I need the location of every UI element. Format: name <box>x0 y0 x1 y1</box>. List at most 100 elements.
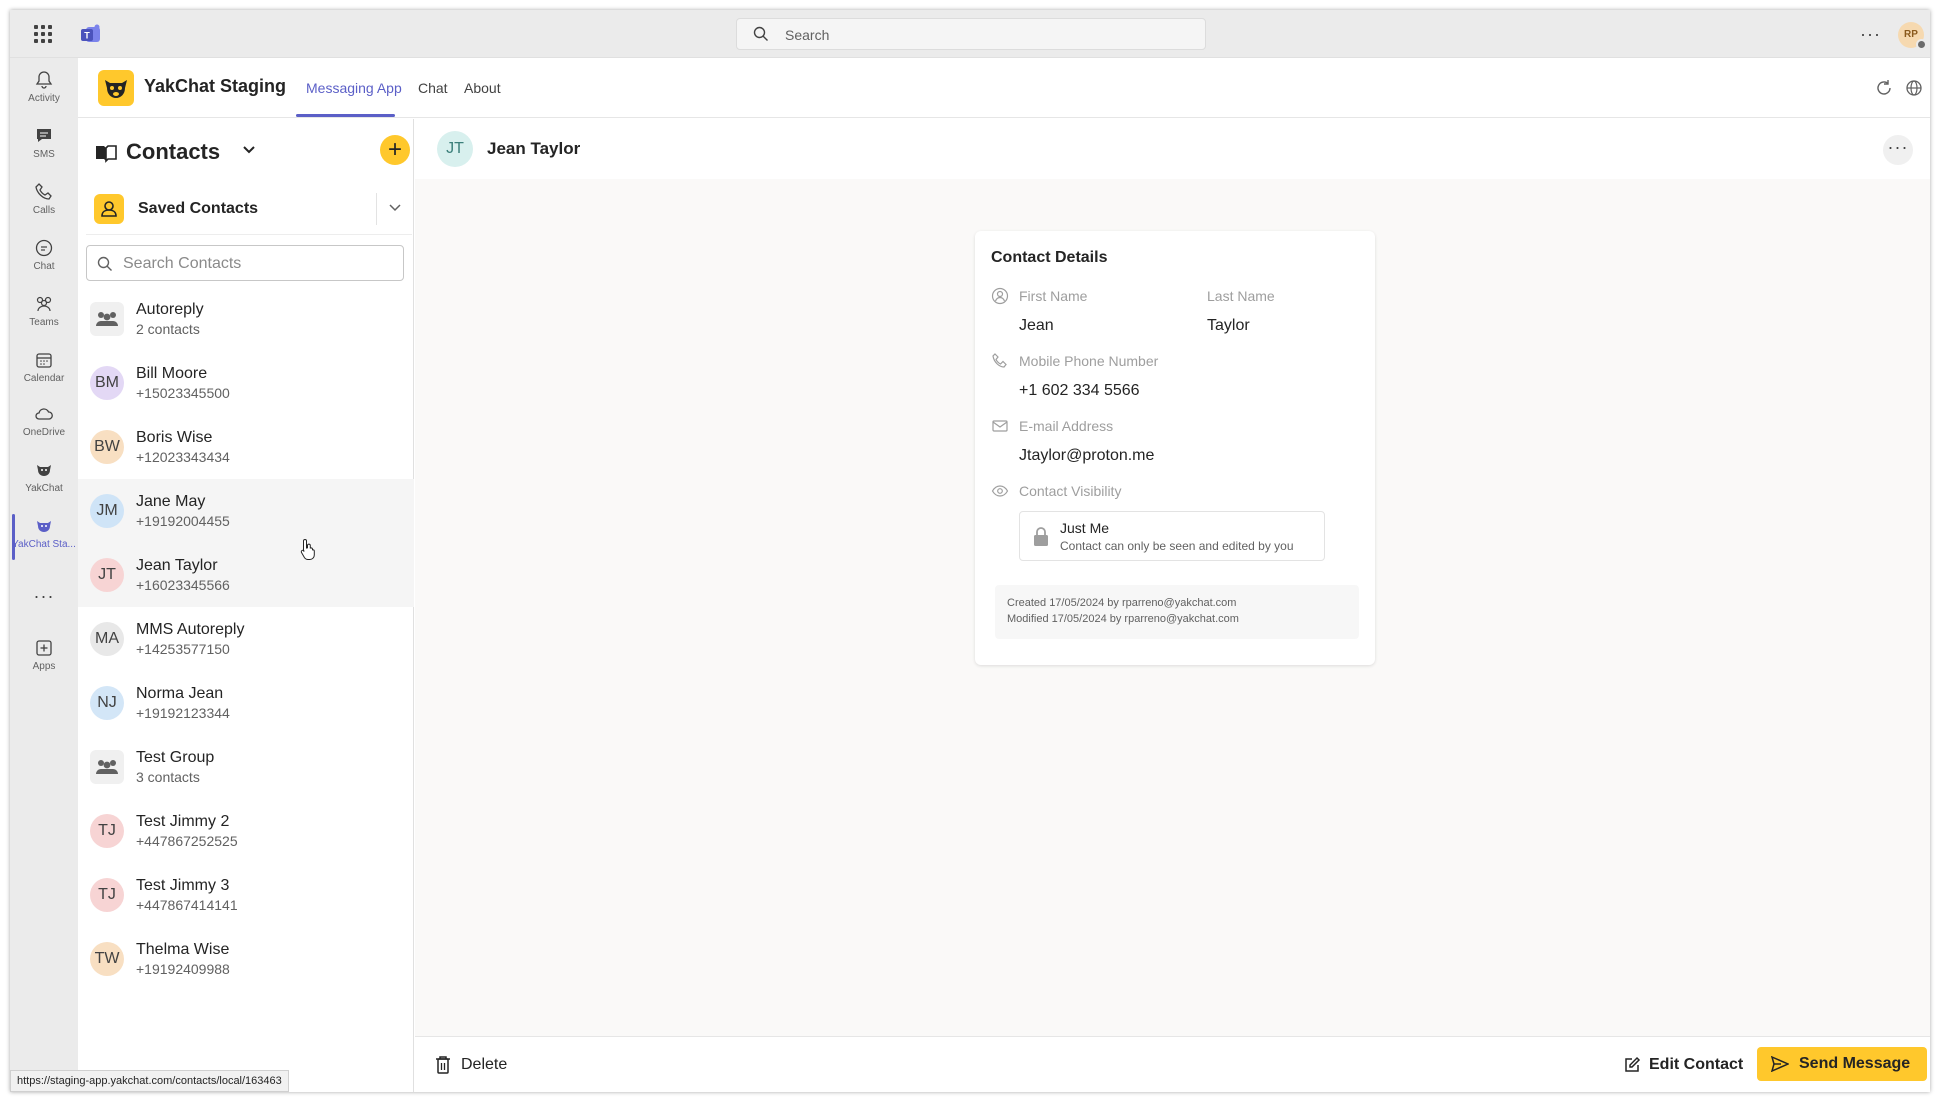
last-name-value: Taylor <box>1207 317 1250 334</box>
user-avatar-initials: RP <box>1904 29 1918 40</box>
app-area: YakChat Staging Messaging App Chat About… <box>78 58 1930 1092</box>
visibility-option[interactable]: Just Me Contact can only be seen and edi… <box>1019 511 1325 561</box>
rail-item-label: OneDrive <box>22 427 66 438</box>
status-bar-url: https://staging-app.yakchat.com/contacts… <box>10 1070 289 1092</box>
rail-item-label: Apps <box>32 661 56 672</box>
app-launcher-icon[interactable] <box>34 25 52 43</box>
contact-list-item[interactable]: BW Boris Wise +12023343434 <box>78 415 414 479</box>
contacts-search-input[interactable] <box>123 254 393 274</box>
rail-item-sms[interactable]: SMS <box>10 120 78 170</box>
presence-status-icon <box>1916 39 1927 50</box>
contact-list-item[interactable]: BM Bill Moore +15023345500 <box>78 351 414 415</box>
rail-item-teams[interactable]: Teams <box>10 288 78 338</box>
contact-name: Norma Jean <box>136 685 224 702</box>
add-contact-button[interactable]: + <box>380 135 410 165</box>
rail-item-label: SMS <box>33 149 55 160</box>
contact-name: Autoreply <box>136 301 204 318</box>
refresh-icon[interactable] <box>1874 78 1894 98</box>
rail-item-calls[interactable]: Calls <box>10 176 78 226</box>
rail-more-icon[interactable]: ··· <box>10 586 78 607</box>
contact-name: Jane May <box>136 493 206 510</box>
contacts-search[interactable] <box>86 245 404 281</box>
app-rail: Activity SMS Calls Chat Teams Calendar O… <box>10 58 78 1092</box>
send-message-button[interactable]: Send Message <box>1757 1047 1927 1081</box>
plus-box-icon <box>36 640 52 656</box>
user-avatar[interactable]: RP <box>1898 22 1927 50</box>
last-name-label: Last Name <box>1207 288 1275 304</box>
contact-list-item[interactable]: JT Jean Taylor +16023345566 <box>78 543 414 607</box>
first-name-value: Jean <box>1019 317 1054 334</box>
mail-icon <box>992 420 1008 432</box>
contacts-pane: Contacts + Saved Contacts Autoreply 2 con… <box>78 119 414 1092</box>
audit-info: Created 17/05/2024 by rparreno@yakchat.c… <box>995 585 1359 639</box>
contact-list-item[interactable]: TJ Test Jimmy 2 +447867252525 <box>78 799 414 863</box>
global-search-input[interactable] <box>785 25 1185 45</box>
contact-list-item[interactable]: Test Group 3 contacts <box>78 735 414 799</box>
contact-name: Boris Wise <box>136 429 213 446</box>
group-icon <box>90 750 124 784</box>
phone-icon <box>992 353 1007 368</box>
rail-item-chat[interactable]: Chat <box>10 232 78 282</box>
more-options-icon[interactable]: ··· <box>1860 24 1881 45</box>
contact-subtitle: +19192409988 <box>136 961 230 977</box>
yakchat-staging-icon <box>37 521 51 532</box>
contact-avatar: BM <box>90 366 124 400</box>
contact-subtitle: 2 contacts <box>136 321 200 337</box>
phone-icon <box>35 183 52 200</box>
rail-item-yakchat[interactable]: YakChat <box>10 454 78 504</box>
rail-item-label: Teams <box>29 317 59 328</box>
rail-item-calendar[interactable]: Calendar <box>10 344 78 394</box>
chevron-down-icon[interactable] <box>388 203 402 213</box>
contact-avatar: BW <box>90 430 124 464</box>
edit-contact-label: Edit Contact <box>1649 1056 1744 1073</box>
rail-item-apps[interactable]: Apps <box>10 632 78 682</box>
contact-list-item[interactable]: TJ Test Jimmy 3 +447867414141 <box>78 863 414 927</box>
tab-chat[interactable]: Chat <box>418 80 448 96</box>
group-icon <box>90 302 124 336</box>
active-tab-indicator <box>296 114 395 117</box>
contact-list-item[interactable]: TW Thelma Wise +19192409988 <box>78 927 414 991</box>
chevron-down-icon[interactable] <box>242 145 256 155</box>
contact-avatar: TJ <box>90 814 124 848</box>
email-value: Jtaylor@proton.me <box>1019 447 1155 464</box>
detail-header: JT Jean Taylor ··· <box>415 119 1930 179</box>
edit-contact-button[interactable]: Edit Contact <box>1615 1049 1743 1081</box>
globe-icon[interactable] <box>1904 78 1924 98</box>
person-circle-icon <box>991 287 1009 305</box>
contact-subtitle: +19192123344 <box>136 705 230 721</box>
more-options-button[interactable]: ··· <box>1883 135 1913 165</box>
tab-about[interactable]: About <box>464 80 501 96</box>
contact-subtitle: +447867414141 <box>136 897 238 913</box>
card-title: Contact Details <box>991 249 1108 266</box>
tab-messaging-app[interactable]: Messaging App <box>306 80 402 96</box>
hand-cursor-icon <box>300 538 315 560</box>
rail-item-onedrive[interactable]: OneDrive <box>10 398 78 448</box>
saved-contacts-selector[interactable]: Saved Contacts <box>86 183 412 235</box>
calendar-icon <box>36 353 52 368</box>
contact-list-item[interactable]: JM Jane May +19192004455 <box>78 479 414 543</box>
rail-item-activity[interactable]: Activity <box>10 64 78 114</box>
contacts-title[interactable]: Contacts <box>126 139 220 165</box>
send-message-label: Send Message <box>1799 1055 1911 1072</box>
contact-list-item[interactable]: NJ Norma Jean +19192123344 <box>78 671 414 735</box>
edit-icon <box>1625 1056 1641 1072</box>
send-icon <box>1771 1056 1789 1072</box>
eye-icon <box>991 485 1009 497</box>
visibility-description: Contact can only be seen and edited by y… <box>1060 539 1294 553</box>
contact-list-item[interactable]: Autoreply 2 contacts <box>78 287 414 351</box>
contact-subtitle: 3 contacts <box>136 769 200 785</box>
person-badge-icon <box>94 194 124 224</box>
created-info: Created 17/05/2024 by rparreno@yakchat.c… <box>1007 597 1237 609</box>
contact-avatar: MA <box>90 622 124 656</box>
top-bar: T ··· RP <box>10 10 1930 58</box>
teams-logo-icon: T <box>81 24 100 42</box>
global-search[interactable] <box>736 18 1206 50</box>
rail-item-label: YakChat Sta... <box>12 539 76 550</box>
contact-avatar: NJ <box>90 686 124 720</box>
contact-list-item[interactable]: MA MMS Autoreply +14253577150 <box>78 607 414 671</box>
phone-value: +1 602 334 5566 <box>1019 382 1140 399</box>
contact-subtitle: +447867252525 <box>136 833 238 849</box>
rail-item-yakchat-staging[interactable]: YakChat Sta... <box>10 510 78 560</box>
svg-text:T: T <box>84 31 90 41</box>
contact-avatar: JT <box>90 558 124 592</box>
